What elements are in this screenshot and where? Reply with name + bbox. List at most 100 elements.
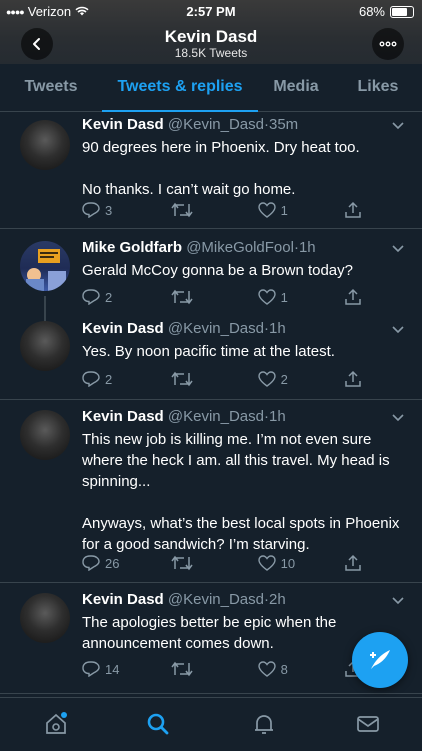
tweet-text: 90 degrees here in Phoenix. Dry heat too… <box>82 139 360 198</box>
battery-icon <box>390 5 414 18</box>
retweet-icon <box>171 289 193 305</box>
share-button[interactable] <box>344 288 362 306</box>
author-handle[interactable]: @Kevin_Dasd <box>168 408 264 425</box>
reply-button[interactable]: 14 <box>82 661 171 677</box>
bell-icon <box>255 715 273 734</box>
share-icon <box>345 554 361 571</box>
chevron-down-icon[interactable] <box>392 414 404 422</box>
retweet-button[interactable] <box>171 371 257 387</box>
avatar[interactable] <box>20 410 70 460</box>
share-button[interactable] <box>344 201 362 219</box>
profile-tabs: Tweets Tweets & replies Media Likes <box>0 64 422 112</box>
profile-name: Kevin Dasd <box>164 27 258 46</box>
heart-icon <box>257 289 276 305</box>
tweet-age: 1h <box>298 239 316 256</box>
like-button[interactable]: 1 <box>257 289 344 305</box>
tweet[interactable]: Kevin Dasd @Kevin_Dasd·1h Yes. By noon p… <box>0 313 422 400</box>
chevron-down-icon[interactable] <box>392 597 404 605</box>
retweet-button[interactable] <box>171 555 257 571</box>
author-name[interactable]: Kevin Dasd <box>82 591 164 608</box>
home-icon <box>46 712 67 734</box>
like-count: 2 <box>280 371 288 387</box>
author-name[interactable]: Mike Goldfarb <box>82 239 182 256</box>
reply-icon <box>82 555 100 571</box>
retweet-button[interactable] <box>171 661 257 677</box>
tweet-meta: Kevin Dasd @Kevin_Dasd·1h <box>82 320 408 337</box>
author-name[interactable]: Kevin Dasd <box>82 116 164 133</box>
home-tab[interactable] <box>42 710 70 738</box>
tweet-actions: 3 1 <box>82 200 362 220</box>
tab-tweets-replies[interactable]: Tweets & replies <box>102 64 258 112</box>
tweet-actions: 26 10 <box>82 553 362 573</box>
heart-icon <box>257 202 276 218</box>
like-button[interactable]: 8 <box>257 661 344 677</box>
search-tab[interactable] <box>144 710 172 738</box>
tweet-age: 2h <box>268 591 286 608</box>
compose-icon <box>370 650 390 669</box>
reply-icon <box>82 202 100 218</box>
reply-icon <box>82 661 100 677</box>
reply-button[interactable]: 2 <box>82 371 171 387</box>
share-button[interactable] <box>344 370 362 388</box>
avatar[interactable] <box>20 241 70 291</box>
tweet-actions: 2 1 <box>82 287 362 307</box>
reply-button[interactable]: 2 <box>82 289 171 305</box>
author-handle[interactable]: @MikeGoldFool <box>186 239 294 256</box>
retweet-button[interactable] <box>171 202 257 218</box>
tweet-actions: 2 2 <box>82 369 362 389</box>
heart-icon <box>257 661 276 677</box>
like-button[interactable]: 10 <box>257 555 344 571</box>
retweet-button[interactable] <box>171 289 257 305</box>
like-count: 1 <box>280 202 288 218</box>
author-handle[interactable]: @Kevin_Dasd <box>168 320 264 337</box>
tab-tweets[interactable]: Tweets <box>0 64 102 111</box>
author-name[interactable]: Kevin Dasd <box>82 408 164 425</box>
tweet[interactable]: Kevin Dasd @Kevin_Dasd·1h This new job i… <box>0 400 422 583</box>
share-icon <box>345 288 361 305</box>
reply-count: 14 <box>105 661 120 677</box>
bottom-tab-bar <box>0 697 422 751</box>
reply-count: 2 <box>105 371 113 387</box>
share-button[interactable] <box>344 554 362 572</box>
compose-button[interactable] <box>352 632 408 688</box>
chevron-down-icon[interactable] <box>392 326 404 334</box>
author-handle[interactable]: @Kevin_Dasd <box>168 591 264 608</box>
like-count: 10 <box>280 555 296 571</box>
tweet-meta: Kevin Dasd @Kevin_Dasd·2h <box>82 591 408 608</box>
reply-button[interactable]: 26 <box>82 555 171 571</box>
retweet-icon <box>171 371 193 387</box>
share-icon <box>345 201 361 218</box>
tab-likes[interactable]: Likes <box>334 64 422 111</box>
tweet-age: 1h <box>268 408 286 425</box>
tweet-feed: Kevin Dasd @Kevin_Dasd·35m 90 degrees he… <box>0 112 422 694</box>
tweet-age: 35m <box>268 116 299 133</box>
reply-button[interactable]: 3 <box>82 202 171 218</box>
like-button[interactable]: 1 <box>257 202 344 218</box>
chevron-down-icon[interactable] <box>392 122 404 130</box>
tab-media[interactable]: Media <box>258 64 334 111</box>
tweet-text: This new job is killing me. I’m not even… <box>82 431 400 553</box>
avatar[interactable] <box>20 321 70 371</box>
avatar[interactable] <box>20 120 70 170</box>
tweet[interactable]: Kevin Dasd @Kevin_Dasd·35m 90 degrees he… <box>0 112 422 229</box>
more-button[interactable] <box>372 28 404 60</box>
tweet[interactable]: Mike Goldfarb @MikeGoldFool·1h Gerald Mc… <box>0 229 422 322</box>
messages-tab[interactable] <box>354 710 382 738</box>
heart-icon <box>257 371 276 387</box>
author-name[interactable]: Kevin Dasd <box>82 320 164 337</box>
tweet-count: 18.5K Tweets <box>174 46 248 60</box>
avatar[interactable] <box>20 593 70 643</box>
status-bar: ●●●● Verizon 2:57 PM 68% <box>0 0 422 22</box>
author-handle[interactable]: @Kevin_Dasd <box>168 116 264 133</box>
like-count: 1 <box>280 289 288 305</box>
reply-count: 2 <box>105 289 113 305</box>
reply-count: 3 <box>105 202 113 218</box>
reply-count: 26 <box>105 555 120 571</box>
share-icon <box>345 370 361 387</box>
tweet-age: 1h <box>268 320 286 337</box>
tweet-text: Yes. By noon pacific time at the latest. <box>82 343 335 360</box>
tweet-meta: Mike Goldfarb @MikeGoldFool·1h <box>82 239 408 256</box>
chevron-down-icon[interactable] <box>392 245 404 253</box>
notifications-tab[interactable] <box>250 710 278 738</box>
like-button[interactable]: 2 <box>257 371 344 387</box>
